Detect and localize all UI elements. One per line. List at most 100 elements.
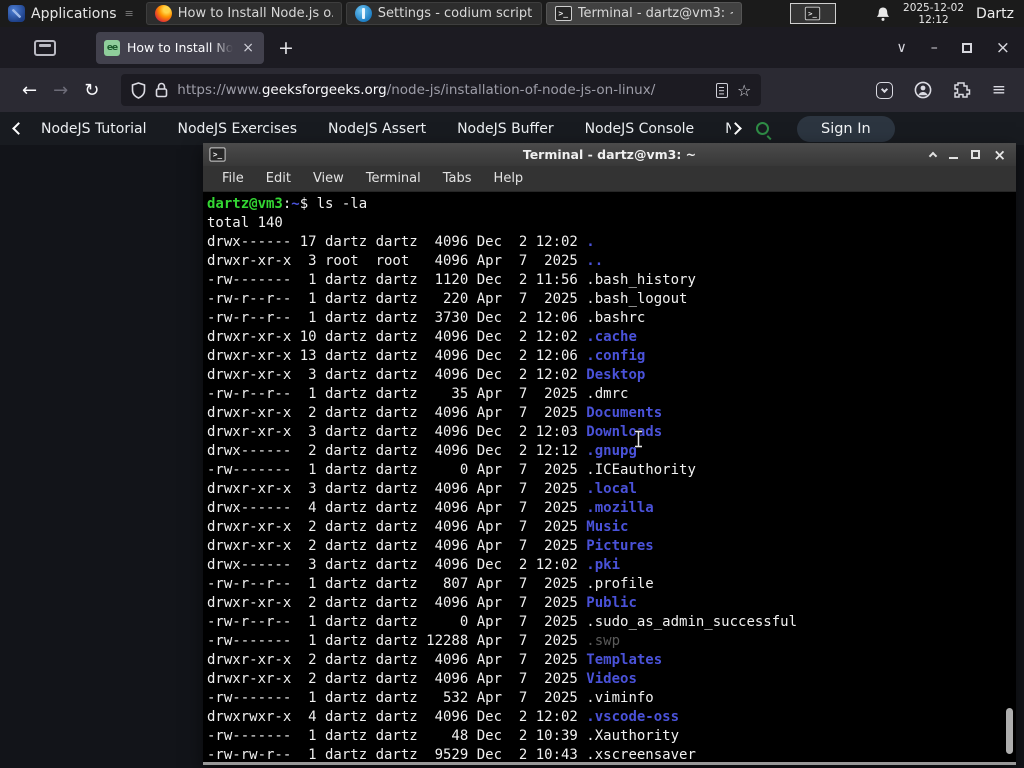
terminal-listing-row: drwxr-xr-x 13 dartz dartz 4096 Dec 2 12:…: [207, 348, 646, 364]
terminal-listing-row: -rw------- 1 dartz dartz 532 Apr 7 2025 …: [207, 690, 654, 706]
terminal-listing-row: -rw------- 1 dartz dartz 12288 Apr 7 202…: [207, 633, 621, 649]
terminal-icon: >_: [805, 6, 821, 21]
user-menu[interactable]: Dartz: [976, 6, 1016, 22]
nav-scroll-left-icon[interactable]: [12, 122, 25, 135]
geeksforgeeks-favicon: ee: [104, 39, 120, 56]
new-tab-button[interactable]: +: [278, 37, 294, 59]
pocket-icon[interactable]: [875, 81, 893, 99]
terminal-menu-help[interactable]: Help: [483, 171, 535, 186]
terminal-listing-row: drwxr-xr-x 3 dartz dartz 4096 Dec 2 12:0…: [207, 424, 663, 440]
reload-button[interactable]: ↻: [84, 80, 99, 101]
sign-in-button[interactable]: Sign In: [797, 115, 895, 142]
mouse-ibeam-cursor: [635, 429, 642, 449]
window-close-button[interactable]: ×: [996, 38, 1010, 58]
firefox-tab-bar: ee How to Install Node.js or × + ∨ – ×: [0, 27, 1024, 68]
search-icon[interactable]: [756, 122, 769, 135]
workspace-switcher[interactable]: >_: [789, 3, 836, 24]
terminal-icon: >_: [554, 6, 572, 21]
url-domain: geeksforgeeks.org: [261, 82, 387, 98]
terminal-listing-row: -rw------- 1 dartz dartz 48 Dec 2 10:39 …: [207, 728, 680, 744]
terminal-listing-row: drwxr-xr-x 3 dartz dartz 4096 Apr 7 2025…: [207, 481, 637, 497]
applications-menu[interactable]: Applications ≡: [0, 0, 142, 27]
url-text: https://www.geeksforgeeks.org/node-js/in…: [177, 82, 656, 98]
terminal-listing-row: drwx------ 2 dartz dartz 4096 Dec 2 12:1…: [207, 443, 637, 459]
terminal-listing-row: drwxr-xr-x 3 root root 4096 Apr 7 2025 .…: [207, 253, 604, 269]
terminal-listing-row: -rw-r--r-- 1 dartz dartz 807 Apr 7 2025 …: [207, 576, 654, 592]
taskbar-window-label: Terminal - dartz@vm3: ~: [577, 6, 733, 21]
terminal-listing-row: drwxr-xr-x 2 dartz dartz 4096 Apr 7 2025…: [207, 652, 663, 668]
taskbar-window-button[interactable]: >_ Terminal - dartz@vm3: ~: [545, 2, 742, 25]
extensions-puzzle-icon[interactable]: [953, 81, 971, 99]
terminal-listing-row: -rw-rw-r-- 1 dartz dartz 9529 Dec 2 10:4…: [207, 747, 696, 762]
taskbar-window-button[interactable]: Settings - codium script...: [345, 2, 542, 25]
terminal-menu-tabs[interactable]: Tabs: [432, 171, 483, 186]
terminal-menu-terminal[interactable]: Terminal: [355, 171, 432, 186]
terminal-listing-row: drwxr-xr-x 2 dartz dartz 4096 Apr 7 2025…: [207, 519, 629, 535]
tracking-shield-icon[interactable]: [131, 81, 146, 99]
url-bar[interactable]: https://www.geeksforgeeks.org/node-js/in…: [121, 74, 762, 106]
window-taskbar: How to Install Node.js o... Settings - co…: [142, 2, 742, 25]
terminal-listing-row: -rw-r--r-- 1 dartz dartz 0 Apr 7 2025 .s…: [207, 614, 798, 630]
lock-icon[interactable]: [155, 82, 168, 98]
terminal-listing-row: drwxr-xr-x 3 dartz dartz 4096 Dec 2 12:0…: [207, 367, 646, 383]
top-panel: Applications ≡ How to Install Node.js o.…: [0, 0, 1024, 27]
site-nav-link[interactable]: NodeJS Assert: [328, 121, 426, 137]
site-nav-link[interactable]: NodeJS Tutorial: [41, 121, 146, 137]
terminal-listing-row: -rw-r--r-- 1 dartz dartz 35 Apr 7 2025 .…: [207, 386, 629, 402]
terminal-listing-row: drwx------ 17 dartz dartz 4096 Dec 2 12:…: [207, 234, 595, 250]
site-nav-link[interactable]: NodeJS Exercises: [177, 121, 297, 137]
terminal-listing-row: drwxr-xr-x 2 dartz dartz 4096 Apr 7 2025…: [207, 538, 654, 554]
bookmark-star-icon[interactable]: ☆: [737, 81, 751, 100]
terminal-prompt-line: dartz@vm3:~$ ls -la: [207, 196, 368, 212]
terminal-menu-edit[interactable]: Edit: [255, 171, 302, 186]
site-nav-bar: NodeJS Tutorial NodeJS Exercises NodeJS As…: [0, 112, 1024, 145]
terminal-window-title: Terminal - dartz@vm3: ~: [522, 147, 697, 162]
terminal-title-bar[interactable]: >_ Terminal - dartz@vm3: ~ ×: [203, 143, 1016, 166]
terminal-listing-row: drwx------ 4 dartz dartz 4096 Apr 7 2025…: [207, 500, 654, 516]
nav-scroll-right-icon[interactable]: [729, 122, 742, 135]
site-nav-link[interactable]: NodeJS Console: [585, 121, 695, 137]
menu-hamburger-icon[interactable]: ≡: [992, 80, 1006, 100]
window-minimize-button[interactable]: –: [931, 40, 938, 56]
terminal-output: dartz@vm3:~$ ls -la total 140 drwx------ 1…: [203, 192, 1016, 762]
firefox-view-icon[interactable]: [34, 39, 56, 56]
minimize-window-button[interactable]: [949, 156, 959, 159]
terminal-listing-row: drwxr-xr-x 10 dartz dartz 4096 Dec 2 12:…: [207, 329, 637, 345]
site-nav-link[interactable]: NodeJS Buffer: [457, 121, 554, 137]
taskbar-window-label: How to Install Node.js o...: [177, 6, 333, 21]
panel-status-area: 2025-12-02 12:12 Dartz: [875, 2, 1024, 26]
reader-mode-icon[interactable]: [715, 82, 728, 98]
panel-clock[interactable]: 2025-12-02 12:12: [903, 2, 964, 26]
account-icon[interactable]: [914, 81, 932, 99]
firefox-toolbar: ← → ↻ https://www.geeksforgeeks.org/node…: [0, 68, 1024, 112]
shade-window-button[interactable]: [929, 151, 938, 161]
applications-menu-icon: [8, 5, 25, 22]
window-maximize-button[interactable]: [961, 42, 972, 53]
terminal-listing-row: -rw------- 1 dartz dartz 0 Apr 7 2025 .I…: [207, 462, 696, 478]
clock-time: 12:12: [918, 13, 949, 26]
terminal-menu-view[interactable]: View: [302, 171, 355, 186]
browser-window-controls: ∨ – ×: [897, 38, 1024, 58]
terminal-window: >_ Terminal - dartz@vm3: ~ × File Edit Vie…: [203, 143, 1016, 765]
terminal-listing-row: -rw-r--r-- 1 dartz dartz 3730 Dec 2 12:0…: [207, 310, 646, 326]
list-all-tabs-icon[interactable]: ∨: [897, 40, 907, 56]
terminal-listing-row: drwxr-xr-x 2 dartz dartz 4096 Apr 7 2025…: [207, 595, 637, 611]
tab-title: How to Install Node.js or: [127, 40, 234, 55]
terminal-window-controls: ×: [929, 147, 1010, 162]
browser-tab[interactable]: ee How to Install Node.js or ×: [96, 31, 264, 64]
terminal-total-line: total 140: [207, 215, 283, 231]
terminal-menu-file[interactable]: File: [211, 171, 255, 186]
taskbar-window-button[interactable]: How to Install Node.js o...: [145, 2, 342, 25]
tab-close-icon[interactable]: ×: [240, 40, 256, 56]
close-window-button[interactable]: ×: [993, 147, 1006, 162]
notification-bell-icon[interactable]: [875, 6, 891, 22]
back-button[interactable]: ←: [22, 80, 37, 101]
terminal-menu-bar: File Edit View Terminal Tabs Help: [203, 166, 1016, 192]
terminal-scrollbar[interactable]: [1006, 708, 1013, 754]
terminal-listing-row: -rw------- 1 dartz dartz 1120 Dec 2 11:5…: [207, 272, 696, 288]
forward-button[interactable]: →: [53, 80, 68, 101]
terminal-listing-row: drwxrwxr-x 4 dartz dartz 4096 Dec 2 12:0…: [207, 709, 680, 725]
maximize-window-button[interactable]: [971, 150, 981, 159]
terminal-listing-row: -rw-r--r-- 1 dartz dartz 220 Apr 7 2025 …: [207, 291, 688, 307]
site-nav-items: NodeJS Tutorial NodeJS Exercises NodeJS As…: [41, 121, 731, 137]
